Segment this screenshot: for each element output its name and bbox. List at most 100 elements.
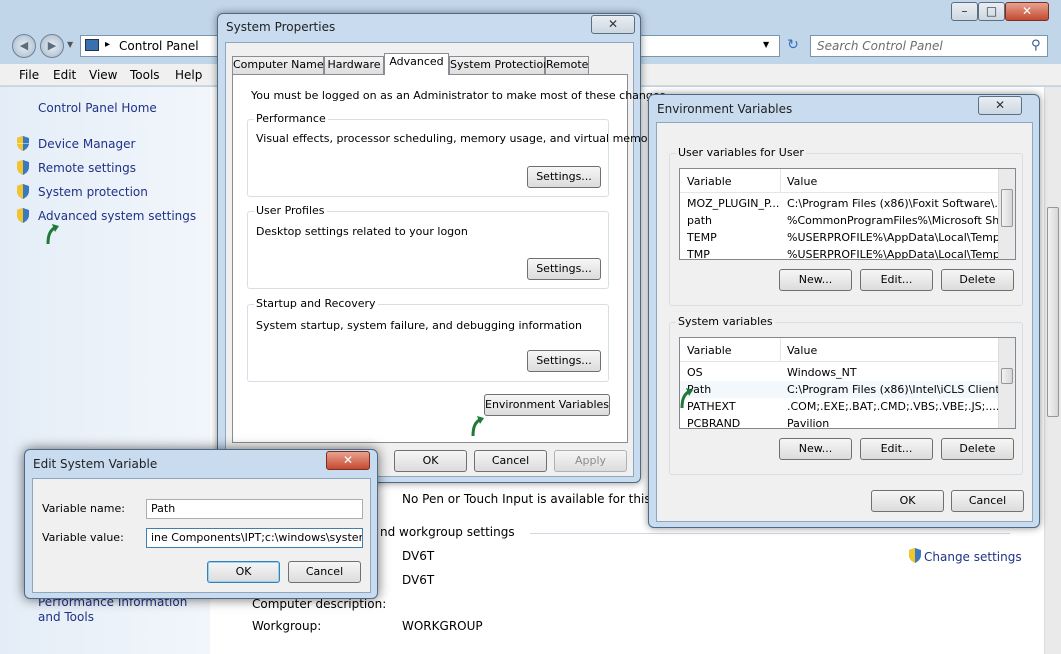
system-properties-dialog: System Properties ✕ Computer Name Hardwa… [217,13,641,483]
tab-remote[interactable]: Remote [545,56,589,74]
list-item[interactable]: MOZ_PLUGIN_P... C:\Program Files (x86)\F… [680,195,1000,212]
startup-recovery-label: Startup and Recovery [254,297,378,310]
menu-view[interactable]: View [89,68,117,82]
user-profiles-settings-button[interactable]: Settings... [527,258,601,280]
column-value[interactable]: Value [787,175,817,188]
close-button[interactable]: ✕ [978,96,1022,115]
system-delete-button[interactable]: Delete [941,438,1014,460]
user-list-scrollbar[interactable] [998,169,1015,259]
user-variables-group: User variables for User Variable Value M… [669,153,1023,306]
cancel-button[interactable]: Cancel [951,490,1024,512]
ok-button[interactable]: OK [871,490,944,512]
column-variable[interactable]: Variable [687,344,732,357]
tab-hardware[interactable]: Hardware [324,56,384,74]
ok-button[interactable]: OK [207,561,280,583]
edit-system-variable-title: Edit System Variable [33,457,157,471]
user-edit-button[interactable]: Edit... [860,269,933,291]
address-text[interactable]: Control Panel [119,39,199,53]
edit-system-variable-dialog: Edit System Variable ✕ Variable name: Pa… [24,449,378,599]
performance-info-link[interactable]: Performance Information and Tools [38,595,208,625]
list-header: Variable Value [680,169,1000,193]
close-button[interactable]: ✕ [326,451,370,470]
variable-value-label: Variable value: [42,531,124,544]
list-header: Variable Value [680,338,1000,362]
system-variables-list[interactable]: Variable Value OS Windows_NT Path C:\Pro… [679,337,1016,429]
variable-name-label: Variable name: [42,502,125,515]
tab-computer-name[interactable]: Computer Name [232,56,324,74]
user-variables-label: User variables for User [676,146,806,159]
startup-recovery-settings-button[interactable]: Settings... [527,350,601,372]
search-box[interactable]: Search Control Panel ⚲ [810,35,1048,57]
apply-button[interactable]: Apply [554,450,627,472]
workgroup-label: Workgroup: [252,619,321,633]
computer-name-value: DV6T [402,549,434,563]
system-edit-button[interactable]: Edit... [860,438,933,460]
user-profiles-group: User Profiles Desktop settings related t… [247,211,609,289]
list-item[interactable]: path %CommonProgramFiles%\Microsoft Sh..… [680,212,1000,229]
shield-icon [16,136,30,151]
performance-group: Performance Visual effects, processor sc… [247,119,609,197]
menu-tools[interactable]: Tools [130,68,160,82]
system-protection-link[interactable]: System protection [38,185,148,199]
refresh-icon[interactable]: ↻ [782,37,804,55]
remote-settings-link[interactable]: Remote settings [38,161,136,175]
list-item[interactable]: TEMP %USERPROFILE%\AppData\Local\Temp [680,229,1000,246]
column-separator[interactable] [780,169,781,193]
column-separator[interactable] [780,338,781,362]
workgroup-heading: nd workgroup settings [380,525,515,539]
search-input[interactable]: Search Control Panel [817,39,943,53]
user-delete-button[interactable]: Delete [941,269,1014,291]
system-variables-label: System variables [676,315,775,328]
list-item-selected[interactable]: Path C:\Program Files (x86)\Intel\iCLS C… [680,381,1000,398]
user-new-button[interactable]: New... [779,269,852,291]
tab-bar: Computer Name Hardware Advanced System P… [232,53,632,74]
advanced-system-settings-link[interactable]: Advanced system settings [38,209,196,223]
breadcrumb-separator-icon: ▸ [105,39,110,50]
list-item[interactable]: TMP %USERPROFILE%\AppData\Local\Temp [680,246,1000,260]
forward-button[interactable]: ▶ [40,34,64,58]
close-button[interactable]: ✕ [1005,2,1049,21]
main-scrollbar-thumb[interactable] [1047,207,1059,417]
list-item[interactable]: PATHEXT .COM;.EXE;.BAT;.CMD;.VBS;.VBE;.J… [680,398,1000,415]
address-dropdown-icon[interactable]: ▼ [763,40,769,49]
control-panel-home-link[interactable]: Control Panel Home [38,101,157,115]
environment-variables-client: User variables for User Variable Value M… [656,122,1033,522]
environment-variables-button[interactable]: Environment Variables... [484,394,610,416]
tab-system-protection[interactable]: System Protection [449,56,545,74]
startup-recovery-text: System startup, system failure, and debu… [256,319,582,332]
cancel-button[interactable]: Cancel [288,561,361,583]
system-list-scrollbar[interactable] [998,338,1015,428]
performance-label: Performance [254,112,328,125]
shield-icon [16,160,30,175]
user-variables-list[interactable]: Variable Value MOZ_PLUGIN_P... C:\Progra… [679,168,1016,260]
device-manager-link[interactable]: Device Manager [38,137,135,151]
close-button[interactable]: ✕ [591,15,635,34]
search-icon[interactable]: ⚲ [1031,38,1041,53]
menu-help[interactable]: Help [175,68,202,82]
scrollbar-thumb[interactable] [1001,368,1013,384]
tab-panel: You must be logged on as an Administrato… [232,74,628,443]
list-item[interactable]: OS Windows_NT [680,364,1000,381]
scrollbar-thumb[interactable] [1001,189,1013,227]
shield-icon [16,208,30,223]
menu-edit[interactable]: Edit [53,68,76,82]
performance-settings-button[interactable]: Settings... [527,166,601,188]
back-button[interactable]: ◀ [12,34,36,58]
system-properties-title: System Properties [226,20,335,34]
system-new-button[interactable]: New... [779,438,852,460]
main-scrollbar[interactable] [1044,87,1061,654]
minimize-button[interactable]: – [951,2,978,21]
change-settings-link[interactable]: Change settings [924,550,1022,564]
variable-value-input[interactable]: ine Components\IPT;c:\windows\system32 [146,528,363,548]
column-value[interactable]: Value [787,344,817,357]
column-variable[interactable]: Variable [687,175,732,188]
ok-button[interactable]: OK [394,450,467,472]
tab-advanced[interactable]: Advanced [384,53,449,75]
history-dropdown-icon[interactable]: ▼ [67,40,73,49]
maximize-button[interactable]: □ [978,2,1005,21]
variable-name-input[interactable]: Path [146,499,363,519]
menu-file[interactable]: File [19,68,39,82]
list-item[interactable]: PCBRAND Pavilion [680,415,1000,429]
full-computer-name-value: DV6T [402,573,434,587]
cancel-button[interactable]: Cancel [474,450,547,472]
